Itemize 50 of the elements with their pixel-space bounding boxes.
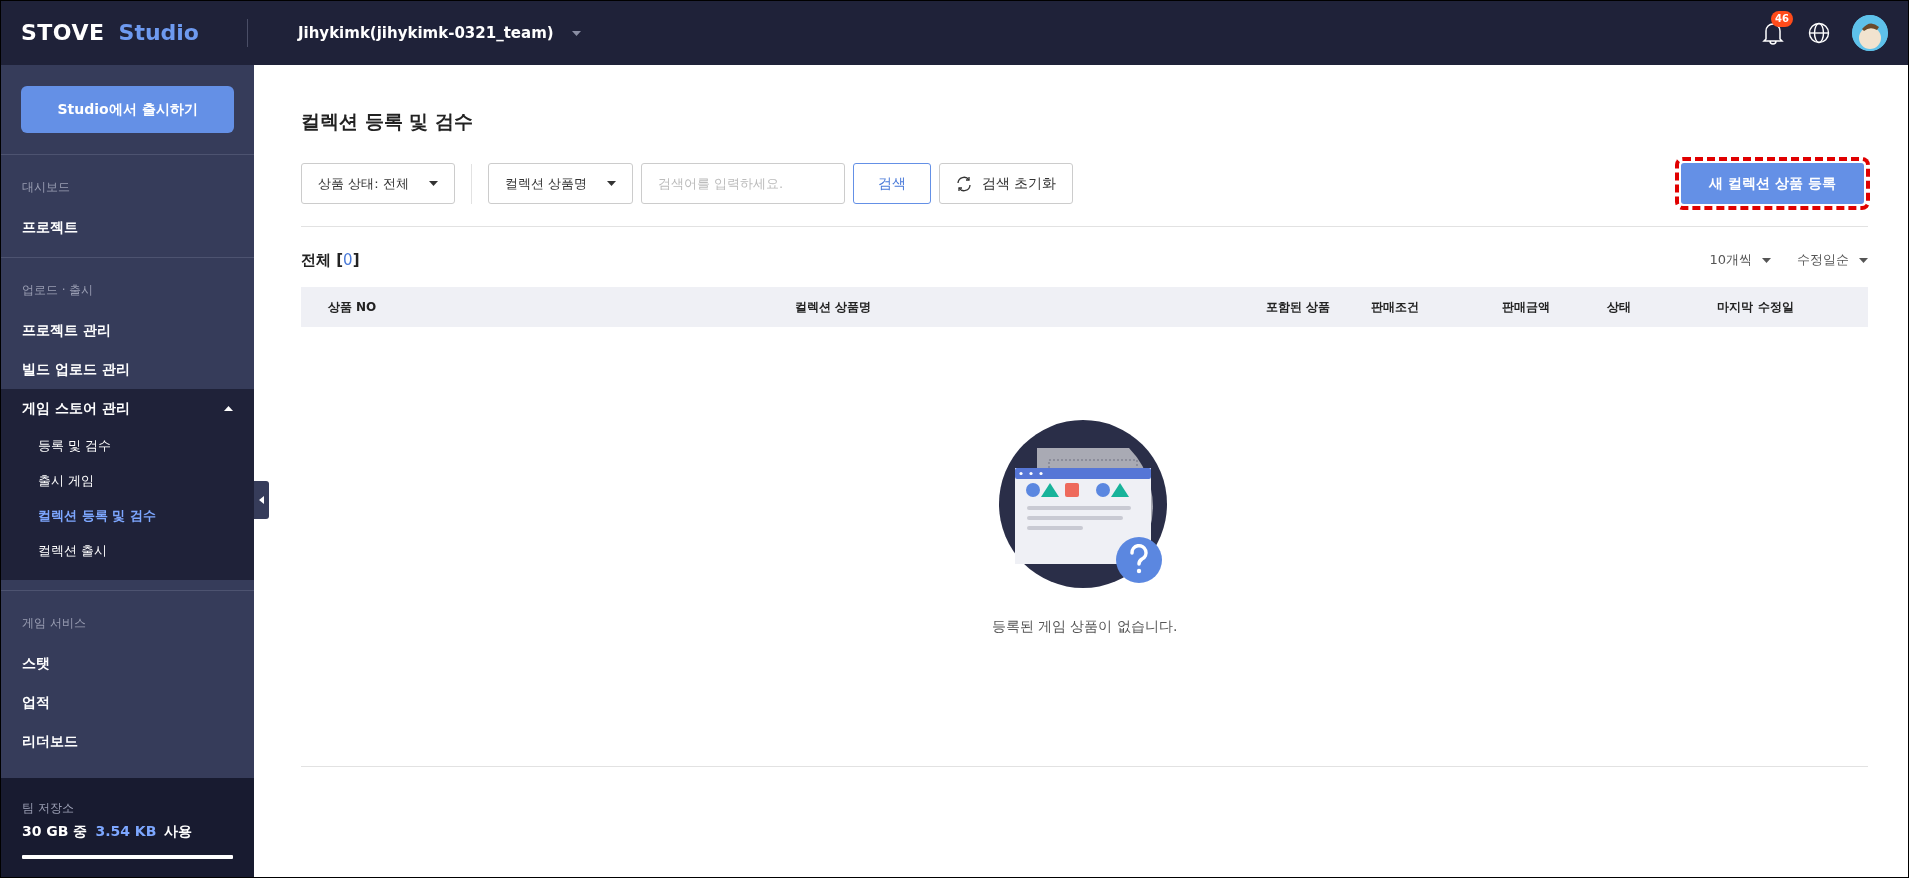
storage-label: 팀 저장소 [22,800,75,817]
empty-message: 등록된 게임 상품이 없습니다. [991,618,1178,636]
column-header: 상태 [1606,298,1632,316]
sidebar-item[interactable]: 프로젝트 관리 [1,311,254,350]
section-label: 대시보드 [21,179,71,196]
caret-icon [571,30,581,36]
column-header: 판매금액 [1501,298,1551,316]
collapse-handle[interactable] [254,481,269,519]
storage-used: 3.54 KB [95,823,157,841]
section-label: 업로드 · 출시 [21,282,95,299]
caret-icon [224,406,233,411]
search-field[interactable]: 검색어를 입력하세요. [640,163,845,204]
refresh-icon [955,175,972,192]
page-size-dropdown[interactable]: 10개씩 [1709,251,1771,269]
notification-icon[interactable] [1762,21,1784,45]
status-dropdown[interactable]: 상품 상태: 전체 [301,163,455,204]
logo-product-name: Studio [118,19,199,47]
sidebar-subitem[interactable]: 컬렉션 등록 및 검수 [1,498,254,533]
sidebar-item[interactable]: 리더보드 [1,722,254,761]
column-header: 마지막 수정일 [1716,298,1795,316]
caret-icon [1859,257,1868,263]
total-count: 전체 [0] [301,250,360,270]
sidebar-item[interactable]: 게임 스토어 관리 [1,389,254,428]
sidebar-item[interactable]: 업적 [1,683,254,722]
column-header: 상품 NO [326,298,378,316]
sidebar-subitem[interactable]: 출시 게임 [1,463,254,498]
page-title: 컬렉션 등록 및 검수 [301,109,474,134]
sidebar-subitem[interactable]: 등록 및 검수 [1,428,254,463]
sort-dropdown[interactable]: 수정일순 [1797,251,1868,269]
storage-suffix: 사용 [164,823,193,841]
sidebar-item[interactable]: 프로젝트 [1,208,254,247]
column-header: 컬렉션 상품명 [793,298,873,316]
sidebar-item[interactable]: 스탯 [1,644,254,683]
reset-button[interactable]: 검색 초기화 [938,163,1074,204]
caret-icon [428,181,438,186]
search-button[interactable]: 검색 [852,163,931,204]
team-selector[interactable]: Jihykimk(jihykimk-0321_team) [297,24,581,42]
caret-icon [1762,257,1771,263]
logo-wordmark: STOVE [21,19,105,47]
column-header: 포함된 상품 [1264,298,1332,316]
field-dropdown[interactable]: 컬렉션 상품명 [487,163,633,204]
avatar[interactable] [1852,15,1888,51]
storage-total: 30 GB 중 [22,823,88,841]
section-label: 게임 서비스 [21,615,87,632]
column-header: 판매조건 [1370,298,1420,316]
globe-icon[interactable] [1808,22,1830,44]
sidebar-item[interactable]: 빌드 업로드 관리 [1,350,254,389]
sidebar-subitem[interactable]: 컬렉션 출시 [1,533,254,568]
notification-badge: 46 [1771,11,1793,27]
caret-icon [606,181,616,186]
